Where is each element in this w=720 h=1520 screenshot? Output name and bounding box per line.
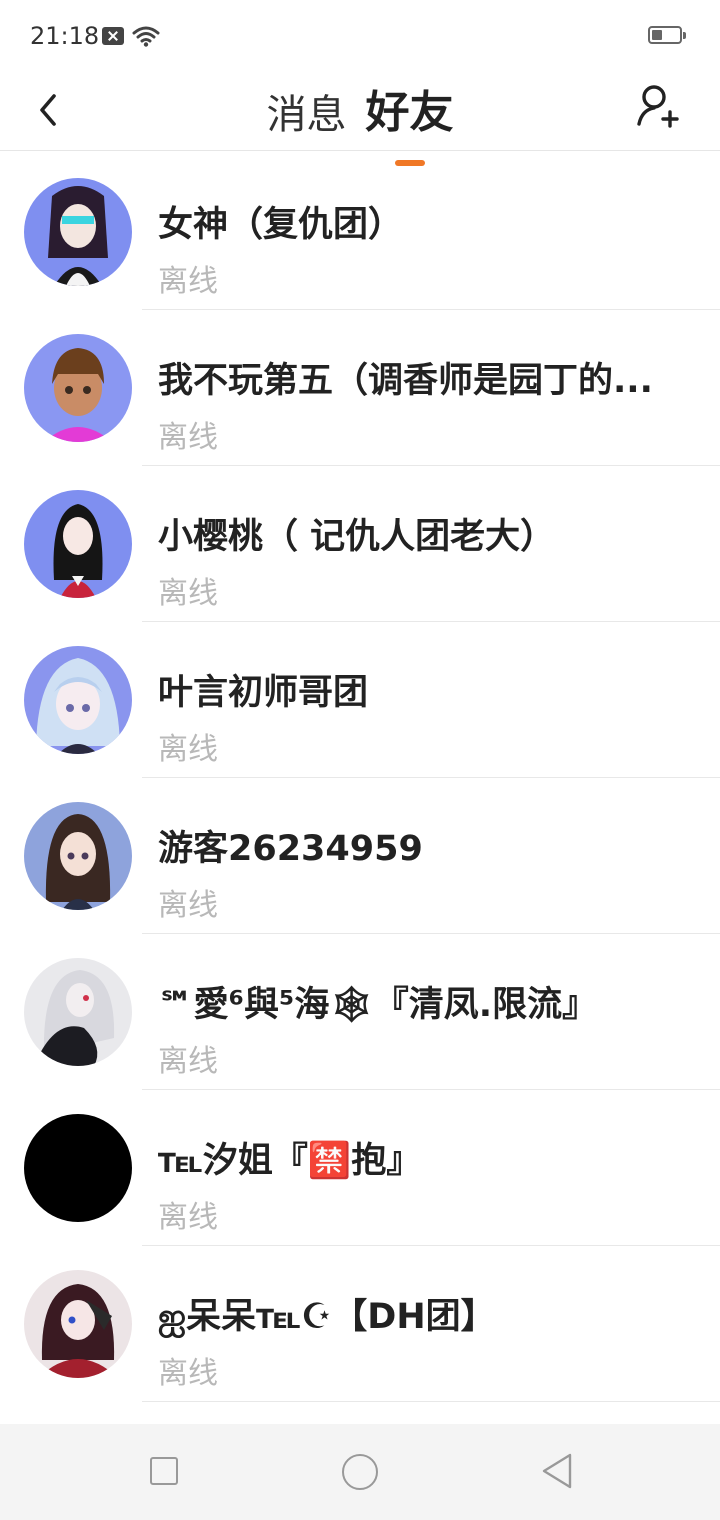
friend-item[interactable]: ℠愛⁶與⁵海🕸『清凤.限流』 离线: [0, 934, 720, 1090]
avatar[interactable]: [24, 802, 132, 910]
friend-item[interactable]: ஐ呆呆℡☪【DH团】 离线: [0, 1246, 720, 1402]
tab-messages[interactable]: 消息: [266, 82, 346, 140]
avatar[interactable]: [24, 1270, 132, 1378]
status-bar: 21:18: [0, 0, 720, 72]
divider: [142, 1401, 720, 1402]
friend-status: 离线: [158, 420, 218, 455]
add-friend-icon[interactable]: [634, 78, 680, 132]
friend-item[interactable]: 叶言初师哥团 离线: [0, 622, 720, 778]
friend-list: 女神（复仇团） 离线 我不玩第五（调香师是园丁的... 离线 小樱桃（ 记仇人团…: [0, 154, 720, 1402]
friend-item[interactable]: 女神（复仇团） 离线: [0, 154, 720, 310]
friend-name: 我不玩第五（调香师是园丁的...: [158, 361, 653, 401]
friend-item[interactable]: 我不玩第五（调香师是园丁的... 离线: [0, 310, 720, 466]
avatar[interactable]: [24, 958, 132, 1066]
friend-name: ℠愛⁶與⁵海🕸『清凤.限流』: [158, 985, 598, 1025]
friend-status: 离线: [158, 1200, 218, 1235]
header: 消息 好友: [0, 72, 720, 166]
recent-apps-icon[interactable]: [150, 1457, 178, 1485]
tab-friends[interactable]: 好友: [365, 76, 454, 166]
friend-item[interactable]: ℡汐姐『🈲抱』 离线: [0, 1090, 720, 1246]
friend-name: 小樱桃（ 记仇人团老大）: [158, 517, 556, 557]
friend-status: 离线: [158, 264, 218, 299]
friend-item[interactable]: 小樱桃（ 记仇人团老大） 离线: [0, 466, 720, 622]
tab-friends-label: 好友: [365, 87, 454, 138]
nav-back-icon[interactable]: [540, 1452, 574, 1490]
friend-status: 离线: [158, 888, 218, 923]
navigation-bar: [0, 1424, 720, 1520]
friend-status: 离线: [158, 576, 218, 611]
avatar[interactable]: [24, 646, 132, 754]
wifi-icon: [132, 26, 160, 47]
notification-icon: [102, 27, 124, 45]
avatar[interactable]: [24, 1114, 132, 1222]
avatar[interactable]: [24, 334, 132, 442]
status-time: 21:18: [30, 22, 100, 50]
avatar[interactable]: [24, 490, 132, 598]
home-icon[interactable]: [342, 1454, 378, 1490]
friend-status: 离线: [158, 1356, 218, 1391]
friend-status: 离线: [158, 732, 218, 767]
friend-name: 游客26234959: [158, 829, 423, 869]
friend-name: ஐ呆呆℡☪【DH团】: [158, 1297, 496, 1337]
friend-status: 离线: [158, 1044, 218, 1079]
friend-name: 女神（复仇团）: [158, 205, 404, 245]
friend-name: 叶言初师哥团: [158, 673, 369, 713]
friend-item[interactable]: 游客26234959 离线: [0, 778, 720, 934]
battery-icon: [648, 26, 686, 44]
friend-name: ℡汐姐『🈲抱』: [158, 1141, 422, 1181]
avatar[interactable]: [24, 178, 132, 286]
